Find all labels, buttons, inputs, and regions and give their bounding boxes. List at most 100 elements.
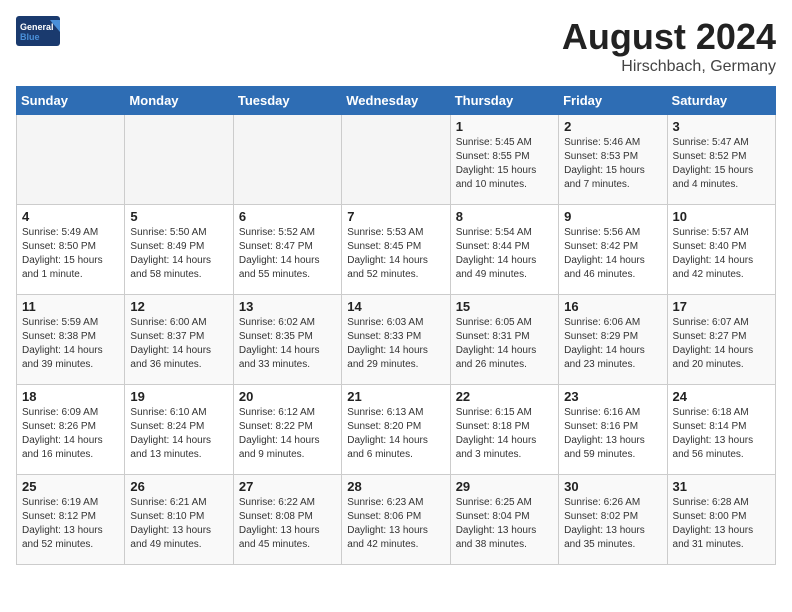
day-number: 4 <box>22 209 119 224</box>
calendar-cell: 30Sunrise: 6:26 AM Sunset: 8:02 PM Dayli… <box>559 475 667 565</box>
day-info: Sunrise: 6:18 AM Sunset: 8:14 PM Dayligh… <box>673 406 770 462</box>
calendar-cell: 16Sunrise: 6:06 AM Sunset: 8:29 PM Dayli… <box>559 295 667 385</box>
calendar-cell: 29Sunrise: 6:25 AM Sunset: 8:04 PM Dayli… <box>450 475 558 565</box>
day-number: 26 <box>130 479 227 494</box>
day-info: Sunrise: 5:47 AM Sunset: 8:52 PM Dayligh… <box>673 136 770 192</box>
calendar-week-4: 18Sunrise: 6:09 AM Sunset: 8:26 PM Dayli… <box>17 385 776 475</box>
day-number: 21 <box>347 389 444 404</box>
day-info: Sunrise: 6:02 AM Sunset: 8:35 PM Dayligh… <box>239 316 336 372</box>
header-sunday: Sunday <box>17 87 125 115</box>
calendar-cell: 31 Sunrise: 6:28 AM Sunset: 8:00 PM Dayli… <box>667 475 775 565</box>
calendar-cell: 19Sunrise: 6:10 AM Sunset: 8:24 PM Dayli… <box>125 385 233 475</box>
day-number: 12 <box>130 299 227 314</box>
day-number: 1 <box>456 119 553 134</box>
svg-text:Blue: Blue <box>20 32 40 42</box>
header-saturday: Saturday <box>667 87 775 115</box>
calendar-cell: 26 Sunrise: 6:21 AM Sunset: 8:10 PM Dayli… <box>125 475 233 565</box>
day-number: 17 <box>673 299 770 314</box>
calendar-cell: 3 Sunrise: 5:47 AM Sunset: 8:52 PM Daylig… <box>667 115 775 205</box>
calendar-cell <box>233 115 341 205</box>
day-number: 27 <box>239 479 336 494</box>
day-number: 14 <box>347 299 444 314</box>
calendar-cell <box>17 115 125 205</box>
day-info: Sunrise: 5:54 AM Sunset: 8:44 PM Dayligh… <box>456 226 553 282</box>
calendar-week-3: 11 Sunrise: 5:59 AM Sunset: 8:38 PM Dayli… <box>17 295 776 385</box>
header-monday: Monday <box>125 87 233 115</box>
day-info: Sunrise: 5:46 AM Sunset: 8:53 PM Dayligh… <box>564 136 661 192</box>
day-number: 24 <box>673 389 770 404</box>
day-number: 10 <box>673 209 770 224</box>
logo: General Blue <box>16 16 60 46</box>
day-info: Sunrise: 6:12 AM Sunset: 8:22 PM Dayligh… <box>239 406 336 462</box>
calendar-cell: 6 Sunrise: 5:52 AM Sunset: 8:47 PM Daylig… <box>233 205 341 295</box>
weekday-header-row: Sunday Monday Tuesday Wednesday Thursday… <box>17 87 776 115</box>
day-info: Sunrise: 5:50 AM Sunset: 8:49 PM Dayligh… <box>130 226 227 282</box>
day-info: Sunrise: 6:05 AM Sunset: 8:31 PM Dayligh… <box>456 316 553 372</box>
calendar-cell: 7Sunrise: 5:53 AM Sunset: 8:45 PM Daylig… <box>342 205 450 295</box>
header-wednesday: Wednesday <box>342 87 450 115</box>
day-number: 15 <box>456 299 553 314</box>
calendar-cell: 15 Sunrise: 6:05 AM Sunset: 8:31 PM Dayli… <box>450 295 558 385</box>
day-number: 2 <box>564 119 661 134</box>
day-info: Sunrise: 6:28 AM Sunset: 8:00 PM Dayligh… <box>673 496 770 552</box>
day-info: Sunrise: 5:52 AM Sunset: 8:47 PM Dayligh… <box>239 226 336 282</box>
calendar-cell: 24 Sunrise: 6:18 AM Sunset: 8:14 PM Dayli… <box>667 385 775 475</box>
day-number: 19 <box>130 389 227 404</box>
calendar-cell <box>125 115 233 205</box>
logo-icon: General Blue <box>16 16 60 46</box>
day-number: 3 <box>673 119 770 134</box>
day-number: 22 <box>456 389 553 404</box>
day-info: Sunrise: 5:45 AM Sunset: 8:55 PM Dayligh… <box>456 136 553 192</box>
day-info: Sunrise: 5:59 AM Sunset: 8:38 PM Dayligh… <box>22 316 119 372</box>
day-info: Sunrise: 6:22 AM Sunset: 8:08 PM Dayligh… <box>239 496 336 552</box>
calendar-cell: 18Sunrise: 6:09 AM Sunset: 8:26 PM Dayli… <box>17 385 125 475</box>
calendar-cell: 1 Sunrise: 5:45 AM Sunset: 8:55 PM Daylig… <box>450 115 558 205</box>
calendar-cell: 13 Sunrise: 6:02 AM Sunset: 8:35 PM Dayli… <box>233 295 341 385</box>
day-info: Sunrise: 6:07 AM Sunset: 8:27 PM Dayligh… <box>673 316 770 372</box>
calendar-table: Sunday Monday Tuesday Wednesday Thursday… <box>16 86 776 565</box>
day-number: 18 <box>22 389 119 404</box>
calendar-cell: 12Sunrise: 6:00 AM Sunset: 8:37 PM Dayli… <box>125 295 233 385</box>
calendar-cell: 9 Sunrise: 5:56 AM Sunset: 8:42 PM Daylig… <box>559 205 667 295</box>
svg-text:General: General <box>20 22 54 32</box>
day-info: Sunrise: 5:57 AM Sunset: 8:40 PM Dayligh… <box>673 226 770 282</box>
calendar-cell: 5 Sunrise: 5:50 AM Sunset: 8:49 PM Daylig… <box>125 205 233 295</box>
day-info: Sunrise: 6:15 AM Sunset: 8:18 PM Dayligh… <box>456 406 553 462</box>
calendar-subtitle: Hirschbach, Germany <box>562 58 776 76</box>
day-number: 13 <box>239 299 336 314</box>
calendar-week-5: 25Sunrise: 6:19 AM Sunset: 8:12 PM Dayli… <box>17 475 776 565</box>
day-number: 9 <box>564 209 661 224</box>
day-number: 16 <box>564 299 661 314</box>
day-info: Sunrise: 6:13 AM Sunset: 8:20 PM Dayligh… <box>347 406 444 462</box>
calendar-week-2: 4 Sunrise: 5:49 AM Sunset: 8:50 PM Daylig… <box>17 205 776 295</box>
day-number: 30 <box>564 479 661 494</box>
calendar-cell: 23 Sunrise: 6:16 AM Sunset: 8:16 PM Dayli… <box>559 385 667 475</box>
day-info: Sunrise: 6:21 AM Sunset: 8:10 PM Dayligh… <box>130 496 227 552</box>
day-number: 7 <box>347 209 444 224</box>
calendar-cell: 11 Sunrise: 5:59 AM Sunset: 8:38 PM Dayli… <box>17 295 125 385</box>
calendar-cell: 4 Sunrise: 5:49 AM Sunset: 8:50 PM Daylig… <box>17 205 125 295</box>
day-info: Sunrise: 5:49 AM Sunset: 8:50 PM Dayligh… <box>22 226 119 282</box>
calendar-cell <box>342 115 450 205</box>
day-info: Sunrise: 6:23 AM Sunset: 8:06 PM Dayligh… <box>347 496 444 552</box>
day-number: 31 <box>673 479 770 494</box>
calendar-cell: 17 Sunrise: 6:07 AM Sunset: 8:27 PM Dayli… <box>667 295 775 385</box>
day-number: 6 <box>239 209 336 224</box>
calendar-cell: 28 Sunrise: 6:23 AM Sunset: 8:06 PM Dayli… <box>342 475 450 565</box>
day-number: 29 <box>456 479 553 494</box>
calendar-cell: 10 Sunrise: 5:57 AM Sunset: 8:40 PM Dayli… <box>667 205 775 295</box>
day-number: 28 <box>347 479 444 494</box>
day-info: Sunrise: 6:03 AM Sunset: 8:33 PM Dayligh… <box>347 316 444 372</box>
header-friday: Friday <box>559 87 667 115</box>
calendar-cell: 20 Sunrise: 6:12 AM Sunset: 8:22 PM Dayli… <box>233 385 341 475</box>
calendar-cell: 27 Sunrise: 6:22 AM Sunset: 8:08 PM Dayli… <box>233 475 341 565</box>
day-number: 20 <box>239 389 336 404</box>
day-number: 5 <box>130 209 227 224</box>
calendar-cell: 25Sunrise: 6:19 AM Sunset: 8:12 PM Dayli… <box>17 475 125 565</box>
day-info: Sunrise: 5:56 AM Sunset: 8:42 PM Dayligh… <box>564 226 661 282</box>
calendar-cell: 2 Sunrise: 5:46 AM Sunset: 8:53 PM Daylig… <box>559 115 667 205</box>
day-number: 11 <box>22 299 119 314</box>
day-number: 23 <box>564 389 661 404</box>
day-info: Sunrise: 6:16 AM Sunset: 8:16 PM Dayligh… <box>564 406 661 462</box>
calendar-title: August 2024 <box>562 16 776 58</box>
